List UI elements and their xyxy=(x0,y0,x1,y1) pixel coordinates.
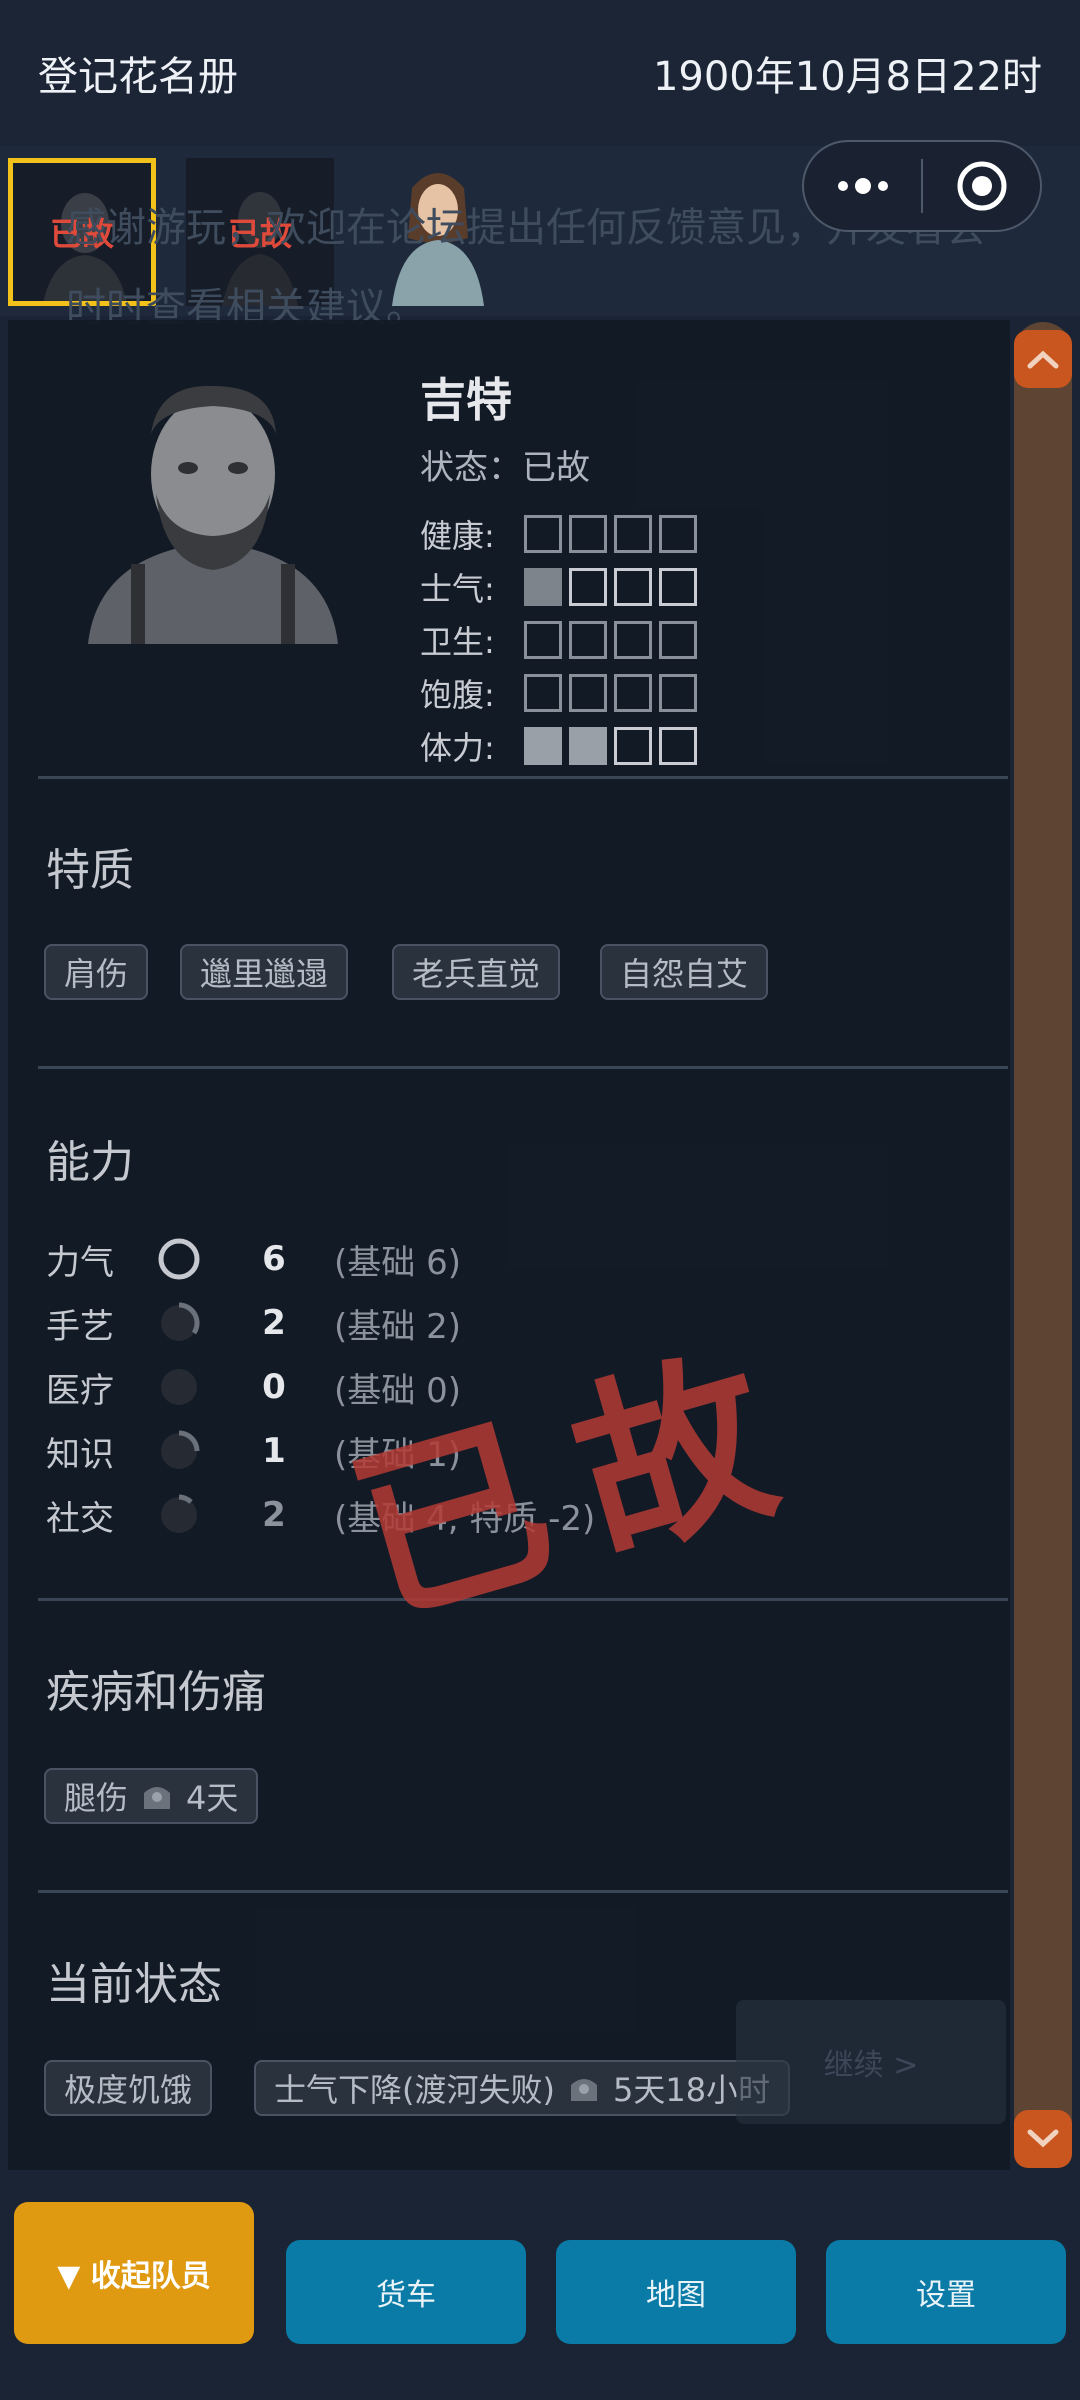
settings-button[interactable]: 设置 xyxy=(826,2240,1066,2344)
stat-health: 健康: xyxy=(420,514,704,555)
ability-ring-icon xyxy=(161,1494,197,1533)
stat-label: 健康: xyxy=(420,517,495,555)
injuries-title: 疾病和伤痛 xyxy=(46,1667,266,1718)
character-status: 状态：已故 xyxy=(420,448,590,488)
status-tag[interactable]: 极度饥饿 xyxy=(44,2060,213,2116)
trait-tag[interactable]: 老兵直觉 xyxy=(392,944,561,1000)
ability-row: 手艺 2 (基础 2) xyxy=(46,1298,461,1348)
page-title: 登记花名册 xyxy=(38,54,238,100)
scroll-down-button[interactable] xyxy=(1014,2110,1072,2168)
stat-hygiene: 卫生: xyxy=(420,620,704,661)
top-header: 登记花名册 1900年10月8日22时 xyxy=(0,0,1080,146)
ability-row: 力气 6 (基础 6) xyxy=(46,1234,461,1284)
stat-satiety: 饱腹: xyxy=(420,673,704,714)
section-divider xyxy=(38,1066,1008,1069)
section-divider xyxy=(38,776,1008,779)
ability-ring-icon xyxy=(161,1302,200,1341)
hourglass-icon xyxy=(570,2079,597,2101)
stat-label: 体力: xyxy=(420,729,495,767)
current-status-title: 当前状态 xyxy=(46,1959,222,2010)
chevron-up-icon xyxy=(1027,350,1059,369)
truck-button[interactable]: 货车 xyxy=(286,2240,526,2344)
stat-label: 饱腹: xyxy=(420,676,495,714)
close-miniprogram-button[interactable] xyxy=(923,142,1040,230)
miniprogram-capsule xyxy=(802,140,1042,232)
character-name: 吉特 xyxy=(420,373,512,427)
injury-tag[interactable]: 腿伤 4天 xyxy=(44,1768,259,1824)
collapse-crew-button[interactable]: ▼ 收起队员 xyxy=(14,2202,254,2344)
target-icon xyxy=(957,161,1006,211)
stat-label: 士气: xyxy=(420,570,495,608)
bottom-bar: ▼ 收起队员 货车 地图 设置 xyxy=(0,2170,1080,2400)
trait-tag[interactable]: 邋里邋遢 xyxy=(180,944,349,1000)
map-button[interactable]: 地图 xyxy=(556,2240,796,2344)
stat-label: 卫生: xyxy=(420,623,495,661)
game-datetime: 1900年10月8日22时 xyxy=(652,54,1042,100)
ability-ring-icon xyxy=(161,1369,197,1405)
scroll-up-button[interactable] xyxy=(1014,330,1072,388)
trait-tag[interactable]: 自怨自艾 xyxy=(600,944,769,1000)
traits-title: 特质 xyxy=(46,845,134,896)
stat-stamina: 体力: xyxy=(420,726,704,767)
status-tag[interactable]: 士气下降(渡河失败) 5天18小时 xyxy=(254,2060,791,2116)
trait-tag[interactable]: 肩伤 xyxy=(44,944,149,1000)
scrollbar-track[interactable] xyxy=(1014,322,1072,2168)
continue-button-faded: 继续 > xyxy=(736,2000,1006,2124)
abilities-title: 能力 xyxy=(46,1137,134,1188)
ability-ring-icon xyxy=(161,1430,200,1469)
more-button[interactable] xyxy=(804,142,921,230)
character-panel: 吉特 状态：已故 健康: 士气: 卫生: 饱腹: 体力: 特质 肩伤 邋里邋遢 … xyxy=(8,320,1010,2170)
stat-morale: 士气: xyxy=(420,567,704,608)
chevron-down-icon xyxy=(1027,2129,1059,2148)
more-dots-icon xyxy=(837,178,888,194)
character-portrait xyxy=(88,385,338,644)
section-divider xyxy=(38,1890,1008,1893)
hourglass-icon xyxy=(144,1787,171,1809)
ability-ring-icon xyxy=(158,1238,200,1280)
